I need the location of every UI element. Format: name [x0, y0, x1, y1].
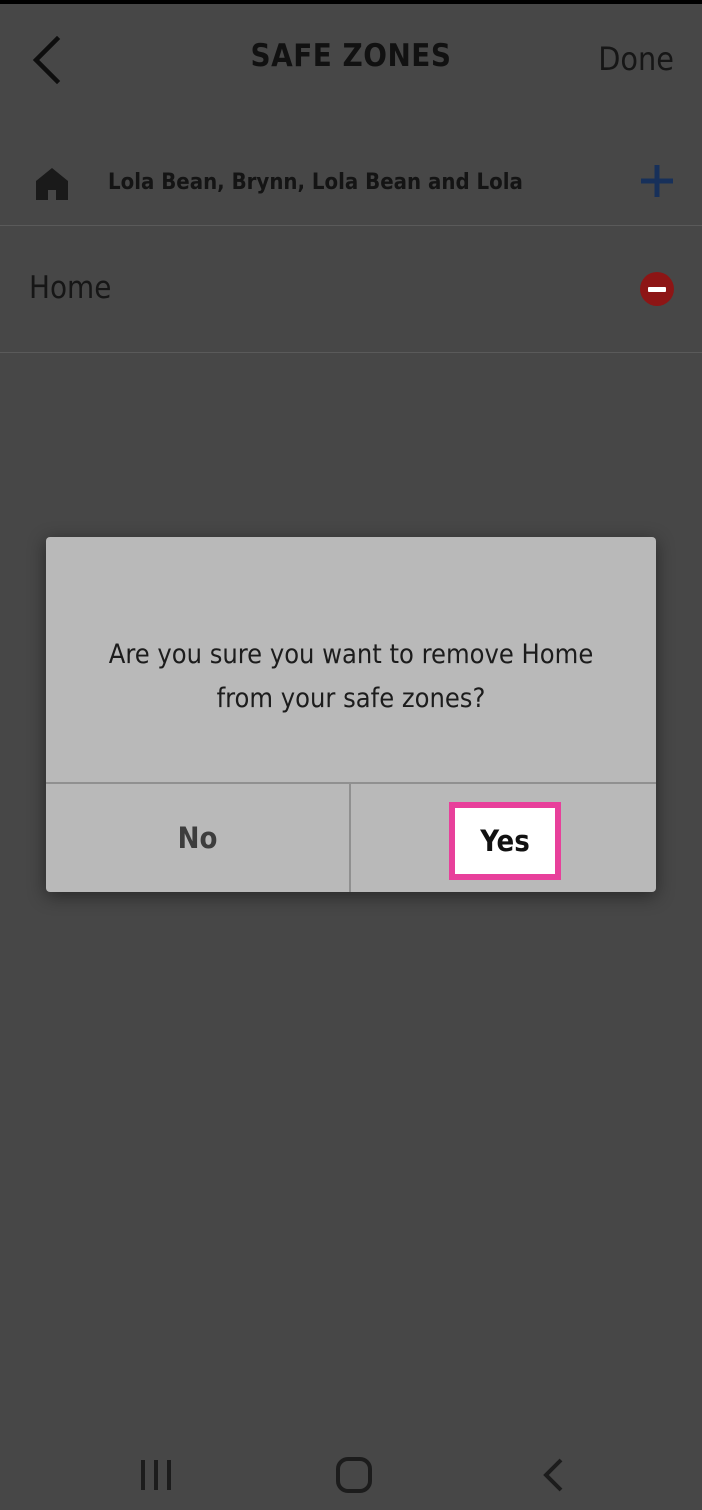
home-button-icon[interactable]: [335, 1456, 373, 1494]
no-button[interactable]: No: [46, 784, 349, 892]
family-row: Lola Bean, Brynn, Lola Bean and Lola: [0, 148, 702, 226]
minus-circle-icon: [648, 286, 666, 292]
yes-button[interactable]: Yes: [449, 802, 561, 880]
house-icon: [36, 168, 68, 200]
confirm-remove-dialog: Are you sure you want to remove Home fro…: [46, 537, 656, 892]
page-title: SAFE ZONES: [250, 38, 452, 74]
app-header: SAFE ZONES Done: [0, 4, 702, 120]
back-arrow-icon[interactable]: [540, 1456, 566, 1494]
family-members-label: Lola Bean, Brynn, Lola Bean and Lola: [108, 170, 523, 195]
dialog-message-line1: Are you sure you want to remove Home: [108, 639, 594, 670]
add-zone-button[interactable]: [638, 162, 676, 200]
dialog-button-divider: [349, 784, 351, 892]
dialog-message-line2: from your safe zones?: [216, 683, 486, 714]
system-nav-bar: [0, 1440, 702, 1510]
done-button[interactable]: Done: [598, 40, 674, 78]
zone-row-home[interactable]: Home: [0, 226, 702, 353]
dialog-message: Are you sure you want to remove Home fro…: [86, 633, 616, 721]
recent-apps-icon[interactable]: [138, 1458, 174, 1492]
remove-zone-button[interactable]: [640, 272, 674, 306]
zone-label: Home: [29, 270, 112, 306]
